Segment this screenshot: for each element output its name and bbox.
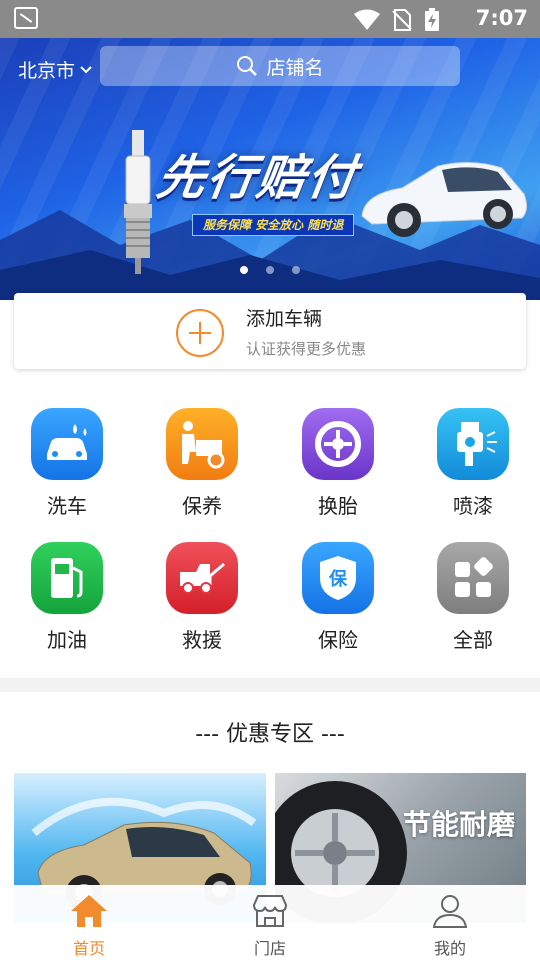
service-label: 换胎 [318,494,358,518]
status-icons [354,8,440,32]
service-fuel[interactable]: 加油 [12,542,122,653]
all-grid-icon [437,542,509,614]
svg-text:保: 保 [328,568,348,590]
tab-profile[interactable]: 我的 [405,893,495,959]
plus-circle-icon [176,309,224,357]
service-rescue[interactable]: 救援 [147,542,257,653]
service-insurance[interactable]: 保 保险 [283,542,393,653]
service-label: 保险 [318,628,358,652]
tab-label: 首页 [72,939,105,958]
service-tire-change[interactable]: 换胎 [283,408,393,519]
banner-tagline: 服务保障 安全放心 随时退 [192,214,355,236]
bottom-tab-bar: 首页 门店 我的 [0,885,540,960]
wifi-icon [354,9,380,30]
service-spray-paint[interactable]: 喷漆 [418,408,528,519]
status-time: 7:07 [475,6,528,30]
promo-banner[interactable]: 北京市 店铺名 先行赔付 服务保障 安全放心 随时退 [0,38,540,300]
user-icon [432,895,468,928]
city-name: 北京市 [18,60,76,82]
carousel-dot[interactable] [292,266,300,274]
carousel-dot[interactable] [266,266,274,274]
status-bar: 7:07 [0,0,540,38]
promo-section-title: --- 优惠专区 --- [195,722,345,747]
add-vehicle-subtitle: 认证获得更多优惠 [246,340,367,358]
fuel-icon [31,542,103,614]
city-selector[interactable]: 北京市 [18,56,93,83]
notification-icon [14,7,38,29]
insurance-icon: 保 [302,542,374,614]
add-vehicle-card[interactable]: 添加车辆 认证获得更多优惠 [14,293,526,369]
rescue-truck-icon [166,542,238,614]
search-input[interactable]: 店铺名 [100,46,460,86]
car-image [361,161,528,237]
service-label: 洗车 [47,494,87,518]
chevron-down-icon [80,65,92,73]
service-all[interactable]: 全部 [418,542,528,653]
carousel-indicator [240,266,300,274]
carousel-dot[interactable] [240,266,248,274]
search-icon [237,56,258,76]
tab-label: 我的 [433,939,466,958]
tab-store[interactable]: 门店 [225,893,315,959]
tire-icon [302,408,374,480]
service-label: 全部 [453,628,493,652]
service-label: 保养 [182,494,222,518]
store-icon [252,895,288,927]
service-maintenance[interactable]: 保养 [147,408,257,519]
maintenance-icon [166,408,238,480]
tab-label: 门店 [253,939,286,958]
search-placeholder: 店铺名 [266,56,324,79]
service-car-wash[interactable]: 洗车 [12,408,122,519]
banner-title: 先行赔付 [153,150,362,206]
home-icon [71,895,107,927]
spray-paint-icon [437,408,509,480]
no-sim-icon [392,9,412,31]
battery-charging-icon [425,8,439,31]
service-label: 救援 [182,628,222,652]
tab-home[interactable]: 首页 [44,893,134,959]
service-label: 加油 [47,628,87,652]
promo-card-text: 节能耐磨 [403,808,516,841]
add-vehicle-title: 添加车辆 [246,308,323,330]
car-wash-icon [31,408,103,480]
service-label: 喷漆 [453,494,493,518]
